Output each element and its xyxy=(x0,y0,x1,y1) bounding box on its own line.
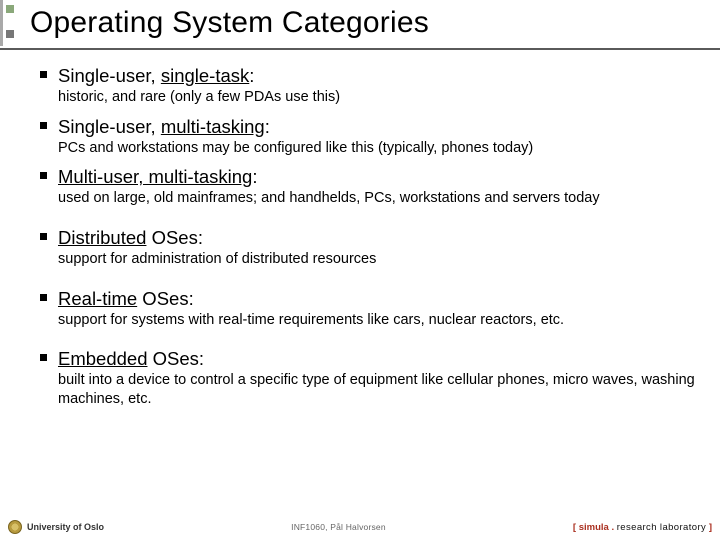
content-area: Single-user, single-task: historic, and … xyxy=(0,60,720,409)
item-heading: Embedded OSes: xyxy=(58,347,204,370)
item-heading: Real-time OSes: xyxy=(58,287,194,310)
footer-course: INF1060, Pål Halvorsen xyxy=(291,522,386,532)
item-subtext: used on large, old mainframes; and handh… xyxy=(58,189,702,208)
heading-post: OSes: xyxy=(146,227,203,248)
heading-underline: Multi-user, multi-tasking xyxy=(58,166,252,187)
list-item: Multi-user, multi-tasking: used on large… xyxy=(40,165,702,208)
item-subtext: PCs and workstations may be configured l… xyxy=(58,139,702,158)
university-seal-icon xyxy=(8,520,22,534)
footer: University of Oslo INF1060, Pål Halvorse… xyxy=(0,520,720,534)
heading-pre: Single-user, xyxy=(58,116,161,137)
title-rule xyxy=(0,48,720,50)
item-subtext: support for administration of distribute… xyxy=(58,250,702,269)
bullet-square-icon xyxy=(40,354,47,361)
heading-post: : xyxy=(252,166,257,187)
heading-post: OSes: xyxy=(147,348,204,369)
heading-post: : xyxy=(265,116,270,137)
heading-underline: Embedded xyxy=(58,348,147,369)
research-lab-text: research laboratory xyxy=(617,522,706,533)
list-item: Distributed OSes: support for administra… xyxy=(40,226,702,269)
bullet-square-icon xyxy=(40,172,47,179)
list-item: Single-user, multi-tasking: PCs and work… xyxy=(40,115,702,158)
heading-post: : xyxy=(249,65,254,86)
brand-dot: . xyxy=(609,522,617,533)
item-heading: Single-user, single-task: xyxy=(58,64,254,87)
title-accent-icon xyxy=(0,0,12,46)
bullet-square-icon xyxy=(40,233,47,240)
heading-underline: Real-time xyxy=(58,288,137,309)
heading-underline: single-task xyxy=(161,65,249,86)
footer-university: University of Oslo xyxy=(27,522,104,532)
bullet-square-icon xyxy=(40,294,47,301)
bullet-square-icon xyxy=(40,71,47,78)
item-heading: Distributed OSes: xyxy=(58,226,203,249)
item-subtext: support for systems with real-time requi… xyxy=(58,311,702,330)
slide: Operating System Categories Single-user,… xyxy=(0,0,720,540)
item-subtext: built into a device to control a specifi… xyxy=(58,371,702,408)
list-item: Single-user, single-task: historic, and … xyxy=(40,64,702,107)
bracket-close: ] xyxy=(706,522,712,533)
heading-underline: multi-tasking xyxy=(161,116,265,137)
item-subtext: historic, and rare (only a few PDAs use … xyxy=(58,88,702,107)
footer-left: University of Oslo xyxy=(8,520,104,534)
slide-title: Operating System Categories xyxy=(30,6,720,40)
simula-brand: simula xyxy=(579,522,609,533)
heading-pre: Single-user, xyxy=(58,65,161,86)
list-item: Real-time OSes: support for systems with… xyxy=(40,287,702,330)
item-heading: Single-user, multi-tasking: xyxy=(58,115,270,138)
heading-underline: Distributed xyxy=(58,227,146,248)
heading-post: OSes: xyxy=(137,288,194,309)
item-heading: Multi-user, multi-tasking: xyxy=(58,165,257,188)
bullet-square-icon xyxy=(40,122,47,129)
title-block: Operating System Categories xyxy=(0,0,720,48)
footer-right: [ simula . research laboratory ] xyxy=(573,522,712,533)
list-item: Embedded OSes: built into a device to co… xyxy=(40,347,702,408)
